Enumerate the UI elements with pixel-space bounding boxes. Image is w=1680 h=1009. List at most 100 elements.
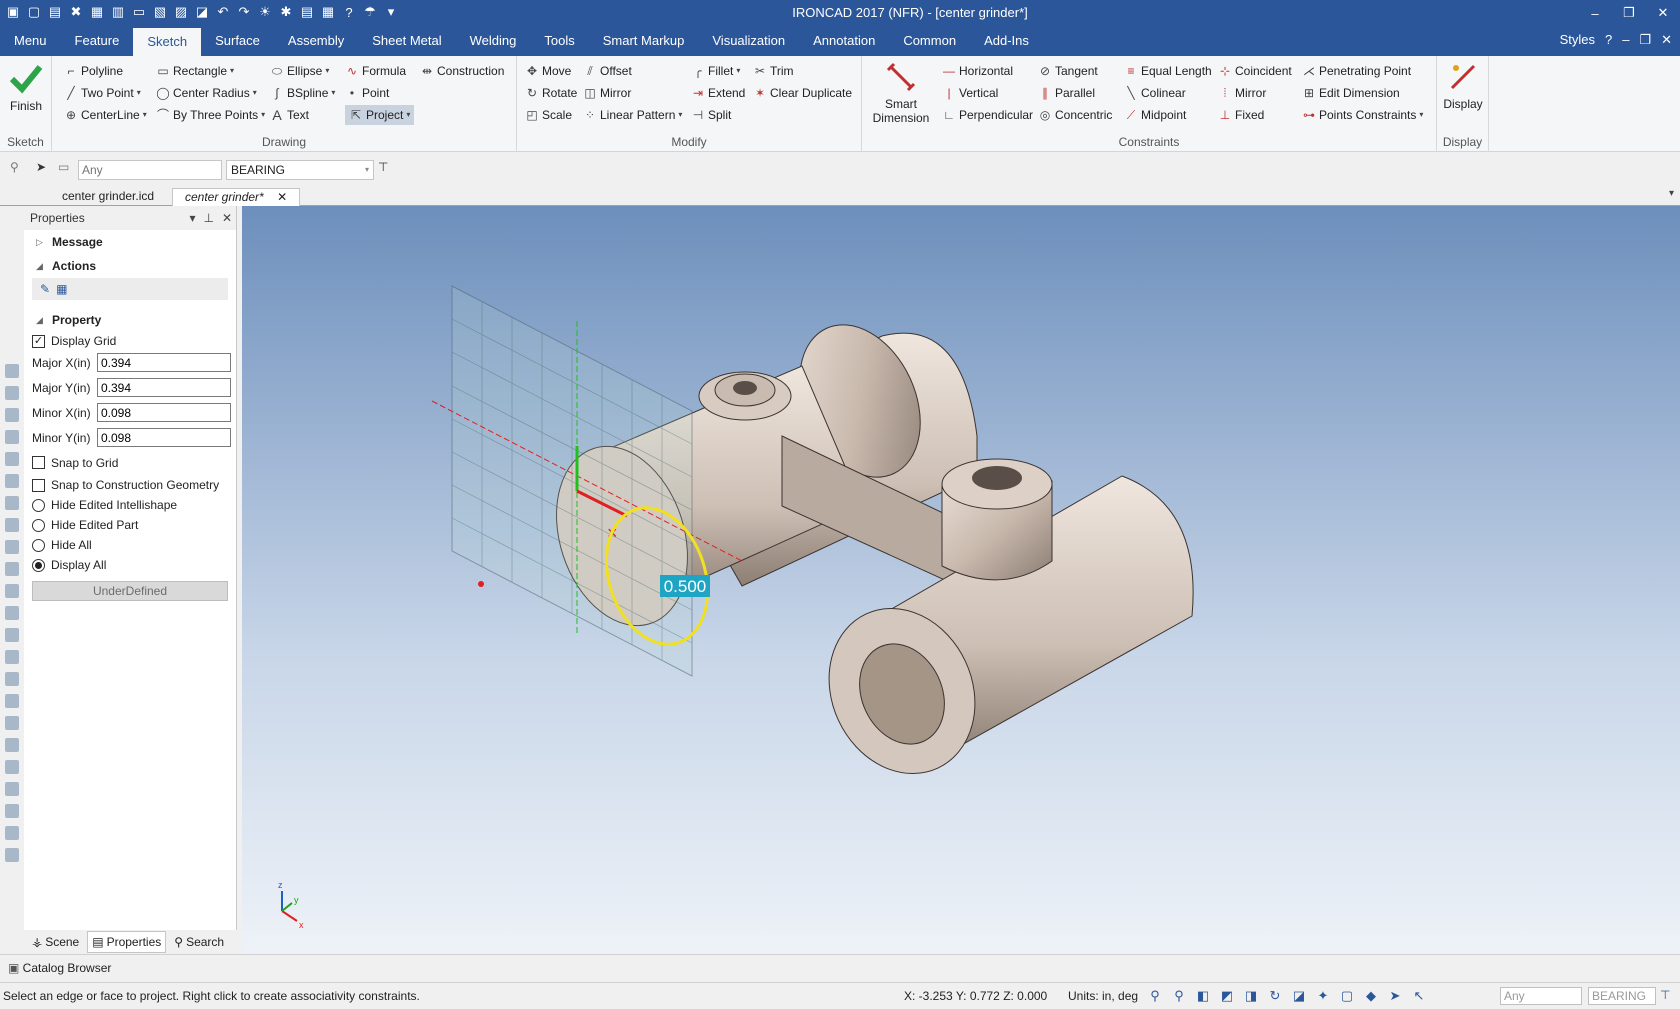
snap-construction-checkbox[interactable] [32, 478, 45, 492]
construction-button[interactable]: ⇹ Construction [420, 61, 504, 81]
tool-icon[interactable] [5, 386, 19, 400]
tab-surface[interactable]: Surface [201, 26, 274, 56]
doc-tab-active[interactable]: center grinder* ✕ [172, 188, 301, 206]
tool-icon[interactable] [5, 584, 19, 598]
tool-icon[interactable] [5, 540, 19, 554]
mdi-close-button[interactable]: ✕ [1661, 32, 1672, 48]
rotate-button[interactable]: ↻ Rotate [525, 83, 577, 103]
snap-grid-checkbox[interactable] [32, 456, 45, 469]
tool-icon[interactable] [5, 562, 19, 576]
minor-x-field[interactable] [97, 403, 231, 422]
orbit-icon[interactable]: ↻ [1266, 987, 1284, 1005]
hierarchy-icon[interactable]: ⊤ [1660, 988, 1670, 1002]
scene-canvas[interactable]: × 0.500 z x y [242, 206, 1680, 954]
perpendicular-button[interactable]: ∟ Perpendicular [942, 105, 1033, 125]
tab-annotation[interactable]: Annotation [799, 26, 889, 56]
doc-tab[interactable]: center grinder.icd [50, 188, 166, 206]
tab-visualization[interactable]: Visualization [698, 26, 799, 56]
pin-icon[interactable]: ⊥ [203, 206, 213, 230]
tab-tools[interactable]: Tools [530, 26, 588, 56]
tab-search[interactable]: ⚲ Search [170, 931, 228, 953]
finish-button[interactable]: Finish [4, 60, 48, 113]
snap-grid-row[interactable]: Snap to Grid [24, 450, 236, 475]
formula-button[interactable]: ∿ Formula [345, 61, 406, 81]
trim-button[interactable]: ✂ Trim [753, 61, 794, 81]
tool-icon[interactable] [5, 518, 19, 532]
tool-icon[interactable] [5, 430, 19, 444]
fixed-button[interactable]: ⊥ Fixed [1218, 105, 1265, 125]
lighting-icon[interactable]: ✦ [1314, 987, 1332, 1005]
status-part-select[interactable]: BEARING [1588, 987, 1656, 1005]
clear-duplicate-button[interactable]: ✶ Clear Duplicate [753, 83, 852, 103]
edit-action-icon[interactable]: ✎ [40, 282, 50, 296]
section-icon[interactable]: ◪ [1290, 987, 1308, 1005]
display-grid-checkbox[interactable]: ✓ [32, 334, 45, 348]
tab-properties[interactable]: ▤ Properties [87, 931, 167, 953]
tab-feature[interactable]: Feature [61, 26, 134, 56]
two-point-button[interactable]: ╱ Two Point ▾ [64, 83, 140, 103]
radio-row[interactable]: Hide Edited Intellishape [24, 495, 236, 515]
tool-icon[interactable] [5, 628, 19, 642]
horizontal-button[interactable]: — Horizontal [942, 61, 1013, 81]
scale-button[interactable]: ◰ Scale [525, 105, 572, 125]
tool-icon[interactable] [5, 848, 19, 862]
colinear-button[interactable]: ╲ Colinear [1124, 83, 1185, 103]
tool-icon[interactable] [5, 606, 19, 620]
coincident-button[interactable]: ⊹ Coincident [1218, 61, 1292, 81]
mirror-button[interactable]: ◫ Mirror [583, 83, 631, 103]
minimize-button[interactable]: – [1578, 0, 1612, 26]
select-icon[interactable]: ➤ [1386, 987, 1404, 1005]
rectangle-button[interactable]: ▭ Rectangle ▾ [156, 61, 234, 81]
view-cube-icon[interactable]: ◩ [1218, 987, 1236, 1005]
actions-section[interactable]: Actions [24, 254, 236, 278]
move-button[interactable]: ✥ Move [525, 61, 571, 81]
fillet-button[interactable]: ╭ Fillet ▾ [691, 61, 740, 81]
points-constraints-button[interactable]: ⊶ Points Constraints ▾ [1302, 105, 1423, 125]
hierarchy-icon[interactable]: ⊤ [378, 160, 388, 174]
concentric-button[interactable]: ◎ Concentric [1038, 105, 1113, 125]
tab-common[interactable]: Common [889, 26, 970, 56]
tool-icon[interactable] [5, 826, 19, 840]
table-action-icon[interactable]: ▦ [56, 282, 67, 296]
display-all-radio[interactable] [32, 558, 45, 572]
tool-icon[interactable] [5, 804, 19, 818]
ellipse-button[interactable]: ⬭ Ellipse ▾ [270, 61, 330, 81]
display-grid-row[interactable]: ✓ Display Grid [24, 332, 236, 350]
select-arrow-icon[interactable]: ➤ [36, 160, 46, 174]
mirror-constraint-button[interactable]: ⦙ Mirror [1218, 83, 1267, 103]
tool-icon[interactable] [5, 760, 19, 774]
panel-menu-icon[interactable]: ▾ [189, 206, 195, 230]
render-mode-icon[interactable]: ◧ [1194, 987, 1212, 1005]
tool-icon[interactable] [5, 364, 19, 378]
tab-sheet-metal[interactable]: Sheet Metal [358, 26, 455, 56]
help-icon[interactable]: ? [1605, 32, 1612, 48]
styles-menu[interactable]: Styles [1560, 32, 1595, 48]
radio-row[interactable]: Display All [24, 555, 236, 575]
tangent-button[interactable]: ⊘ Tangent [1038, 61, 1098, 81]
vertical-button[interactable]: | Vertical [942, 83, 998, 103]
standard-view-icon[interactable]: ◨ [1242, 987, 1260, 1005]
tool-icon[interactable] [5, 782, 19, 796]
center-radius-button[interactable]: ◯ Center Radius ▾ [156, 83, 256, 103]
tool-icon[interactable] [5, 694, 19, 708]
tab-sketch[interactable]: Sketch [133, 28, 202, 56]
catalog-browser-bar[interactable]: ▣ Catalog Browser [0, 954, 1680, 982]
minor-y-field[interactable] [97, 428, 231, 447]
tool-icon[interactable] [5, 716, 19, 730]
offset-button[interactable]: ⫽ Offset [583, 61, 631, 81]
project-button[interactable]: ⇱ Project ▾ [345, 105, 415, 125]
display-mode-icon[interactable]: ▢ [1338, 987, 1356, 1005]
tool-icon[interactable] [5, 408, 19, 422]
tab-welding[interactable]: Welding [456, 26, 531, 56]
message-section[interactable]: Message [24, 230, 236, 254]
tab-scene[interactable]: ⚶ Scene [28, 931, 83, 953]
close-icon[interactable]: ✕ [277, 190, 287, 204]
hide-edited-intellishape-radio[interactable] [32, 498, 45, 512]
dimension-value[interactable]: 0.500 [664, 577, 707, 596]
midpoint-button[interactable]: ⟋ Midpoint [1124, 105, 1187, 125]
split-button[interactable]: ⊣ Split [691, 105, 732, 125]
tool-icon[interactable] [5, 496, 19, 510]
3d-viewport[interactable]: × 0.500 z x y [242, 206, 1680, 954]
tab-list-icon[interactable]: ▾ [1669, 188, 1674, 199]
part-select[interactable]: BEARING ▾ [226, 160, 374, 180]
